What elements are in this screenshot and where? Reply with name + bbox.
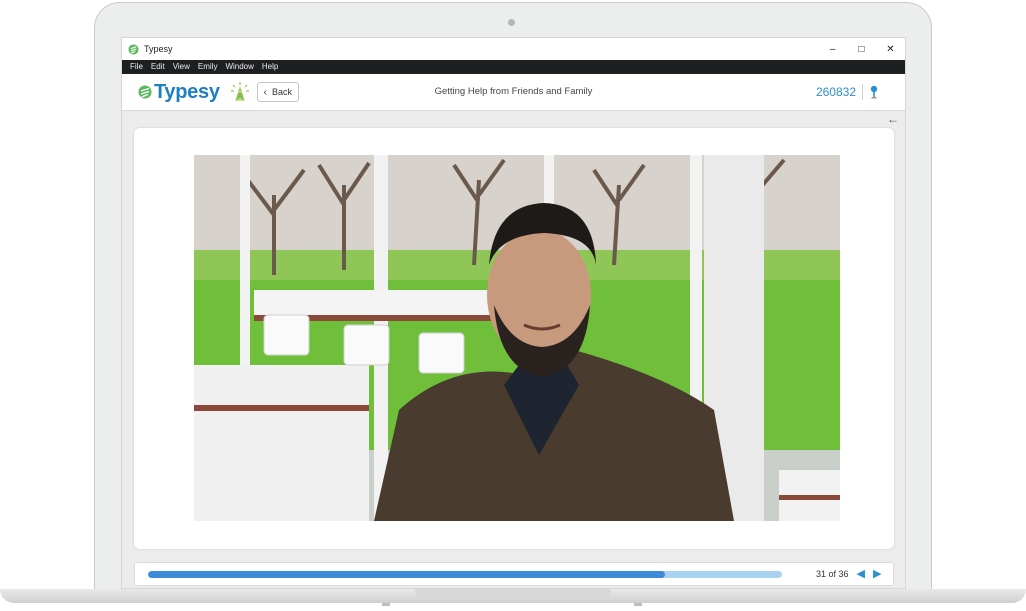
laptop-foot bbox=[634, 603, 642, 606]
laptop-notch bbox=[415, 589, 611, 598]
lamp-icon[interactable]: A bbox=[230, 81, 250, 103]
logo-text: Typesy bbox=[154, 80, 220, 103]
menu-edit[interactable]: Edit bbox=[147, 60, 169, 74]
points-counter[interactable]: 260832 bbox=[816, 84, 863, 100]
chevron-left-icon: ‹ bbox=[263, 86, 267, 98]
typesy-app-icon bbox=[128, 43, 139, 55]
progress-bar bbox=[148, 570, 782, 578]
typesy-logo-icon bbox=[138, 85, 152, 99]
video-player[interactable] bbox=[194, 155, 840, 521]
triangle-left-icon[interactable]: ◀ bbox=[857, 568, 865, 580]
pin-icon[interactable] bbox=[869, 85, 879, 99]
close-button[interactable]: ✕ bbox=[876, 38, 905, 60]
page-counter: 31 of 36 bbox=[816, 569, 849, 579]
arrow-left-icon[interactable]: ← bbox=[887, 112, 899, 126]
svg-text:A: A bbox=[237, 92, 243, 101]
menu-bar: File Edit View Emily Window Help bbox=[122, 60, 905, 74]
menu-emily[interactable]: Emily bbox=[194, 60, 222, 74]
menu-file[interactable]: File bbox=[126, 60, 147, 74]
maximize-button[interactable]: □ bbox=[847, 38, 876, 60]
minimize-button[interactable]: – bbox=[818, 38, 847, 60]
menu-help[interactable]: Help bbox=[258, 60, 282, 74]
back-button[interactable]: ‹ Back bbox=[256, 82, 300, 102]
app-header: Typesy A ‹ Back Getting Help from Friend… bbox=[122, 74, 905, 111]
lesson-footer: 31 of 36 ◀ ▶ bbox=[134, 562, 894, 586]
video-frame-image bbox=[194, 155, 840, 521]
toolbar-strip: ← bbox=[122, 111, 905, 127]
window-title: Typesy bbox=[144, 44, 173, 54]
webcam bbox=[508, 19, 515, 26]
triangle-right-icon[interactable]: ▶ bbox=[873, 568, 881, 580]
back-label: Back bbox=[272, 87, 293, 97]
lesson-card bbox=[134, 128, 894, 549]
title-bar: Typesy – □ ✕ bbox=[122, 38, 905, 60]
menu-window[interactable]: Window bbox=[221, 60, 257, 74]
laptop-foot bbox=[382, 603, 390, 606]
menu-view[interactable]: View bbox=[169, 60, 194, 74]
app-window: Typesy – □ ✕ File Edit View Emily Window… bbox=[121, 37, 906, 589]
typesy-logo[interactable]: Typesy bbox=[138, 81, 220, 104]
progress-fill bbox=[148, 570, 665, 578]
